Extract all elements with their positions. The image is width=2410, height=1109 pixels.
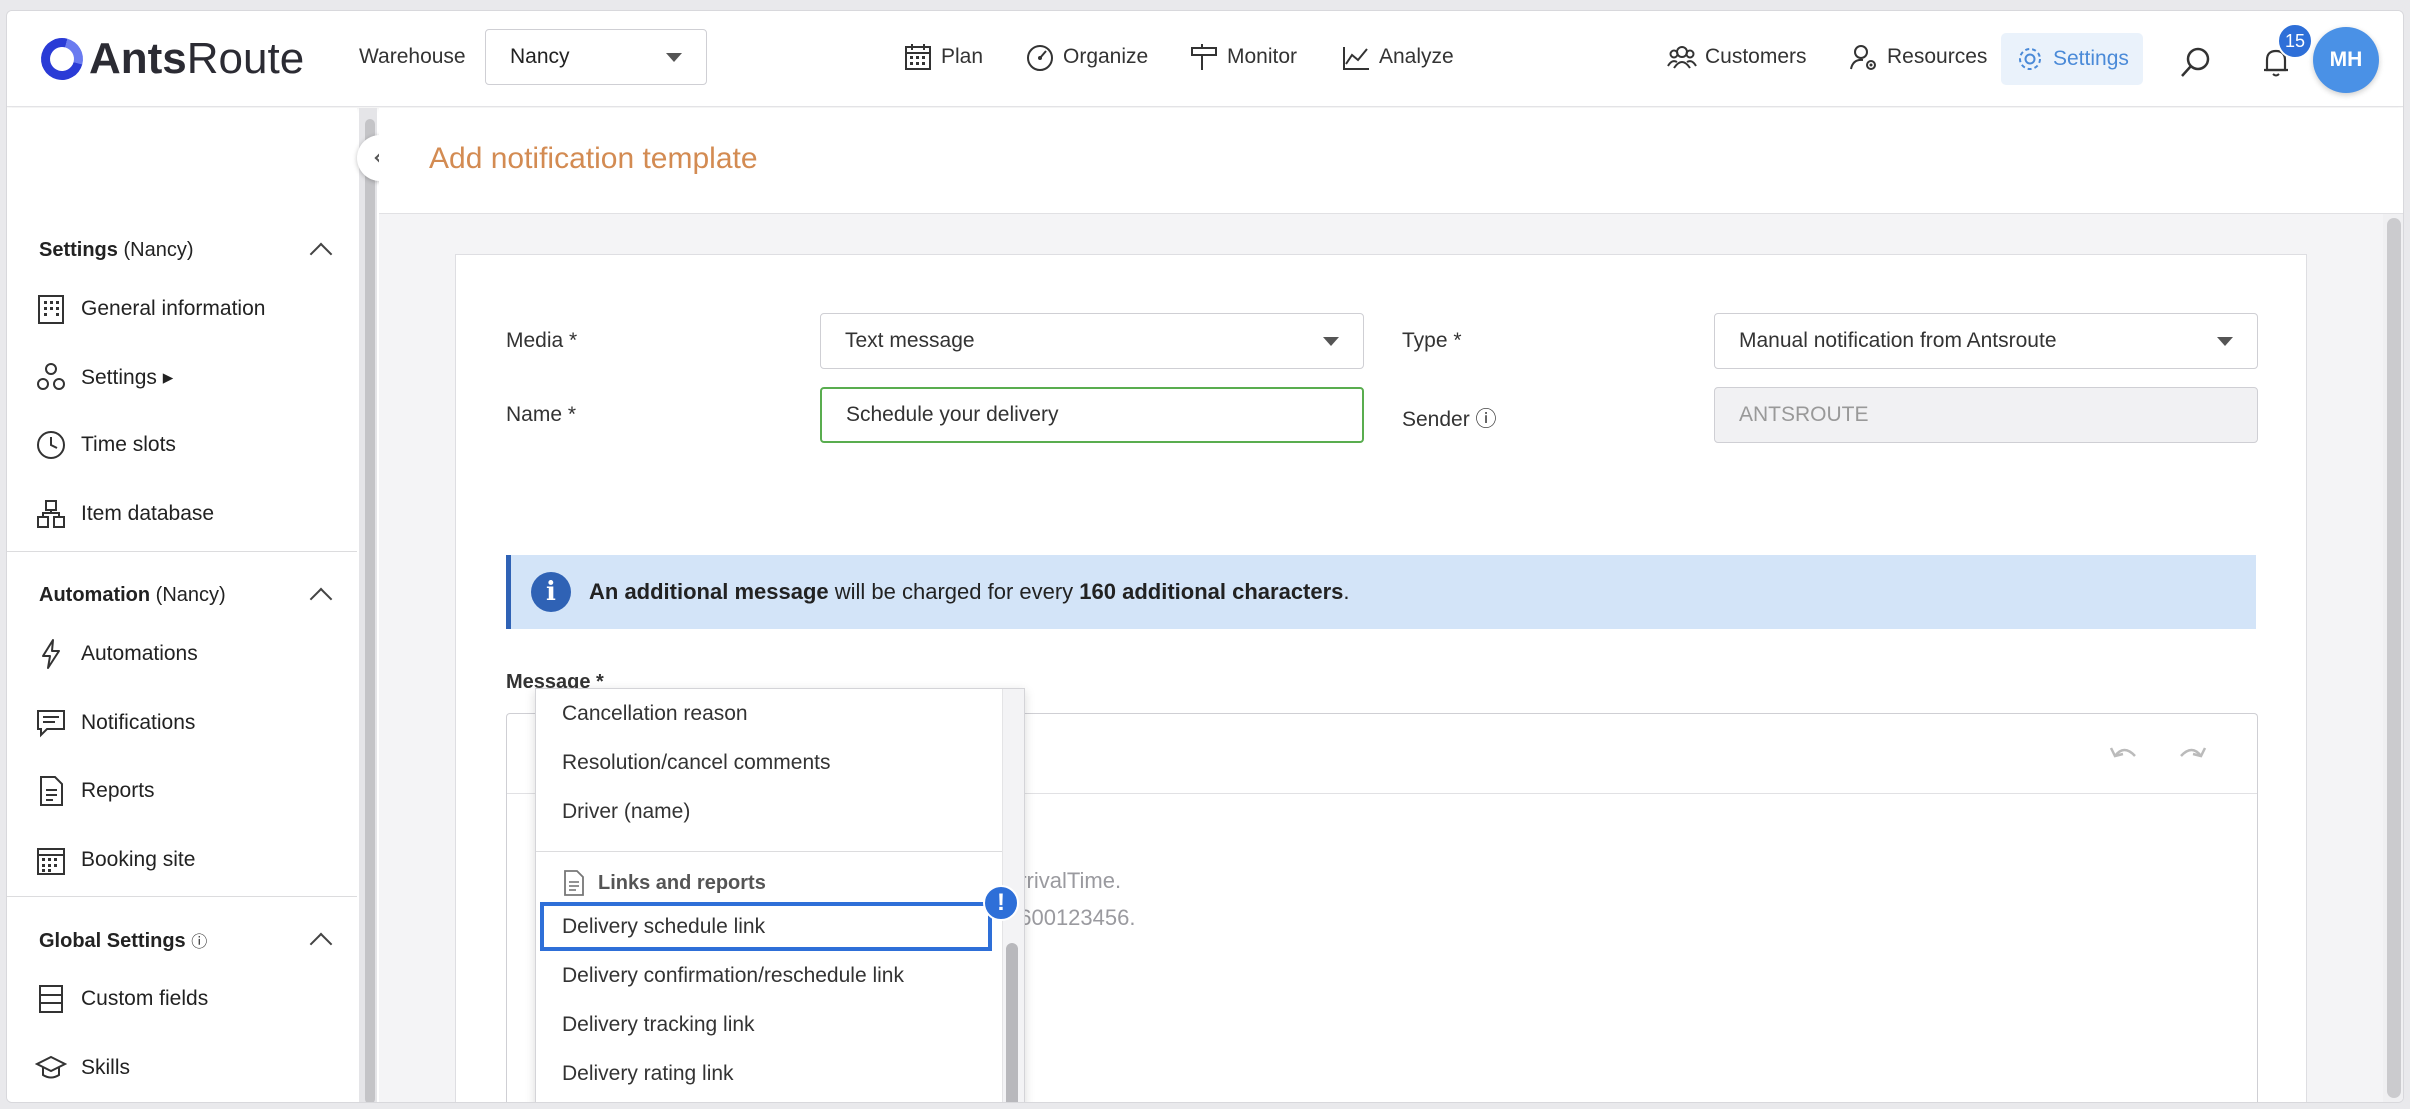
nav-resources[interactable]: Resources: [1849, 35, 1987, 79]
sidebar: Settings (Nancy) General information Set…: [7, 108, 357, 1102]
boxes-icon: [37, 500, 65, 528]
warehouse-label: Warehouse: [359, 45, 466, 68]
sidebar-item-notifications[interactable]: Notifications: [35, 695, 195, 751]
dropdown-item-delivery-rating-link[interactable]: Delivery rating link: [536, 1049, 1002, 1098]
sender-label: Sender ⓘ: [1402, 408, 1497, 431]
customers-icon: [1667, 46, 1697, 69]
calendar-grid-icon: [37, 848, 65, 875]
media-label: Media *: [506, 329, 578, 352]
user-avatar[interactable]: MH: [2313, 27, 2379, 93]
dropdown-item-cancellation-reason[interactable]: Cancellation reason: [536, 689, 1002, 738]
page-title: Add notification template: [429, 142, 758, 175]
logo-mark-icon: [33, 30, 91, 88]
chart-icon: [1343, 47, 1369, 70]
name-label: Name *: [506, 403, 577, 426]
cogs-icon: [37, 363, 65, 390]
nav-organize[interactable]: Organize: [1025, 35, 1148, 79]
sidebar-item-skills[interactable]: Skills: [35, 1040, 130, 1096]
sidebar-section-settings[interactable]: Settings (Nancy): [7, 216, 357, 284]
dropdown-item-resolution-cancel-comments[interactable]: Resolution/cancel comments: [536, 738, 1002, 787]
sidebar-divider: [7, 896, 357, 897]
sidebar-item-custom-fields[interactable]: Custom fields: [35, 971, 208, 1027]
dropdown-scrollbar-thumb[interactable]: [1006, 943, 1018, 1102]
info-icon: i: [531, 572, 571, 612]
sidebar-item-automations[interactable]: Automations: [35, 626, 198, 682]
document-icon: [564, 870, 584, 896]
name-input[interactable]: Schedule your delivery: [820, 387, 1364, 443]
caret-down-icon: [1323, 336, 1339, 346]
sender-input: ANTSROUTE: [1714, 387, 2258, 443]
gauge-icon: [1027, 45, 1053, 71]
sidebar-item-item-database[interactable]: Item database: [35, 486, 214, 542]
bolt-icon: [42, 639, 60, 669]
resources-icon: [1850, 45, 1876, 70]
dropdown-item-delivery-confirmation-reschedule-link[interactable]: Delivery confirmation/reschedule link: [536, 951, 1002, 1000]
dropdown-item-driver-name[interactable]: Driver (name): [536, 787, 1002, 836]
chevron-up-icon: [309, 587, 333, 611]
sidebar-item-general-information[interactable]: General information: [35, 281, 265, 337]
variables-dropdown: Cancellation reason Resolution/cancel co…: [535, 688, 1025, 1102]
caret-down-icon: [666, 52, 682, 62]
sidebar-item-time-slots[interactable]: Time slots: [35, 417, 176, 473]
message-icon: [37, 710, 65, 738]
redo-icon[interactable]: [2175, 738, 2209, 768]
dropdown-item-delivery-schedule-link[interactable]: Delivery schedule link: [540, 902, 992, 951]
warehouse-select[interactable]: Nancy: [485, 29, 707, 85]
sidebar-item-reports[interactable]: Reports: [35, 763, 155, 819]
nav-monitor[interactable]: Monitor: [1189, 35, 1297, 79]
sidebar-item-booking-site[interactable]: Booking site: [35, 832, 195, 888]
sidebar-scrollbar-thumb[interactable]: [365, 119, 375, 1102]
graduation-cap-icon: [35, 1055, 67, 1079]
dropdown-item-delivery-tracking-link[interactable]: Delivery tracking link: [536, 1000, 1002, 1049]
main-scrollbar-thumb[interactable]: [2387, 218, 2401, 1098]
nav-settings[interactable]: Settings: [2001, 33, 2143, 85]
nav-plan[interactable]: Plan: [903, 35, 983, 79]
report-icon: [40, 776, 63, 806]
caret-down-icon: [2217, 336, 2233, 346]
calendar-icon: [905, 44, 931, 70]
chevron-up-icon: [309, 932, 333, 956]
type-select[interactable]: Manual notification from Antsroute: [1714, 313, 2258, 369]
type-label: Type *: [1402, 329, 1462, 352]
top-navigation-bar: AntsRoute Warehouse Nancy Plan Organize …: [7, 11, 2403, 107]
dropdown-divider: [536, 851, 1002, 852]
building-icon: [38, 295, 64, 324]
app-window: AntsRoute Warehouse Nancy Plan Organize …: [6, 10, 2404, 1103]
clock-icon: [37, 431, 65, 459]
notification-count-badge: 15: [2277, 23, 2313, 59]
sidebar-section-automation[interactable]: Automation (Nancy): [7, 561, 357, 629]
nav-customers[interactable]: Customers: [1667, 35, 1807, 79]
sidebar-item-settings[interactable]: Settings ▸: [35, 349, 173, 405]
editor-text-line: 7600123456.: [1007, 905, 1136, 930]
nav-analyze[interactable]: Analyze: [1341, 35, 1454, 79]
antsroute-logo[interactable]: AntsRoute: [33, 30, 304, 88]
sms-info-banner: i An additional message will be charged …: [506, 555, 2256, 629]
chevron-up-icon: [309, 242, 333, 266]
page-header: Add notification template: [379, 108, 2403, 214]
media-select[interactable]: Text message: [820, 313, 1364, 369]
dropdown-group-links-and-reports: Links and reports: [562, 863, 766, 903]
undo-icon[interactable]: [2107, 738, 2141, 768]
exclamation-alert-icon: !: [983, 885, 1019, 921]
sidebar-section-global-settings[interactable]: Global Settings ⓘ: [7, 906, 357, 974]
sidebar-divider: [7, 551, 357, 552]
fields-icon: [39, 985, 63, 1013]
search-icon[interactable]: [2179, 45, 2213, 79]
gear-icon: [2019, 48, 2041, 70]
signpost-icon: [1191, 44, 1217, 70]
